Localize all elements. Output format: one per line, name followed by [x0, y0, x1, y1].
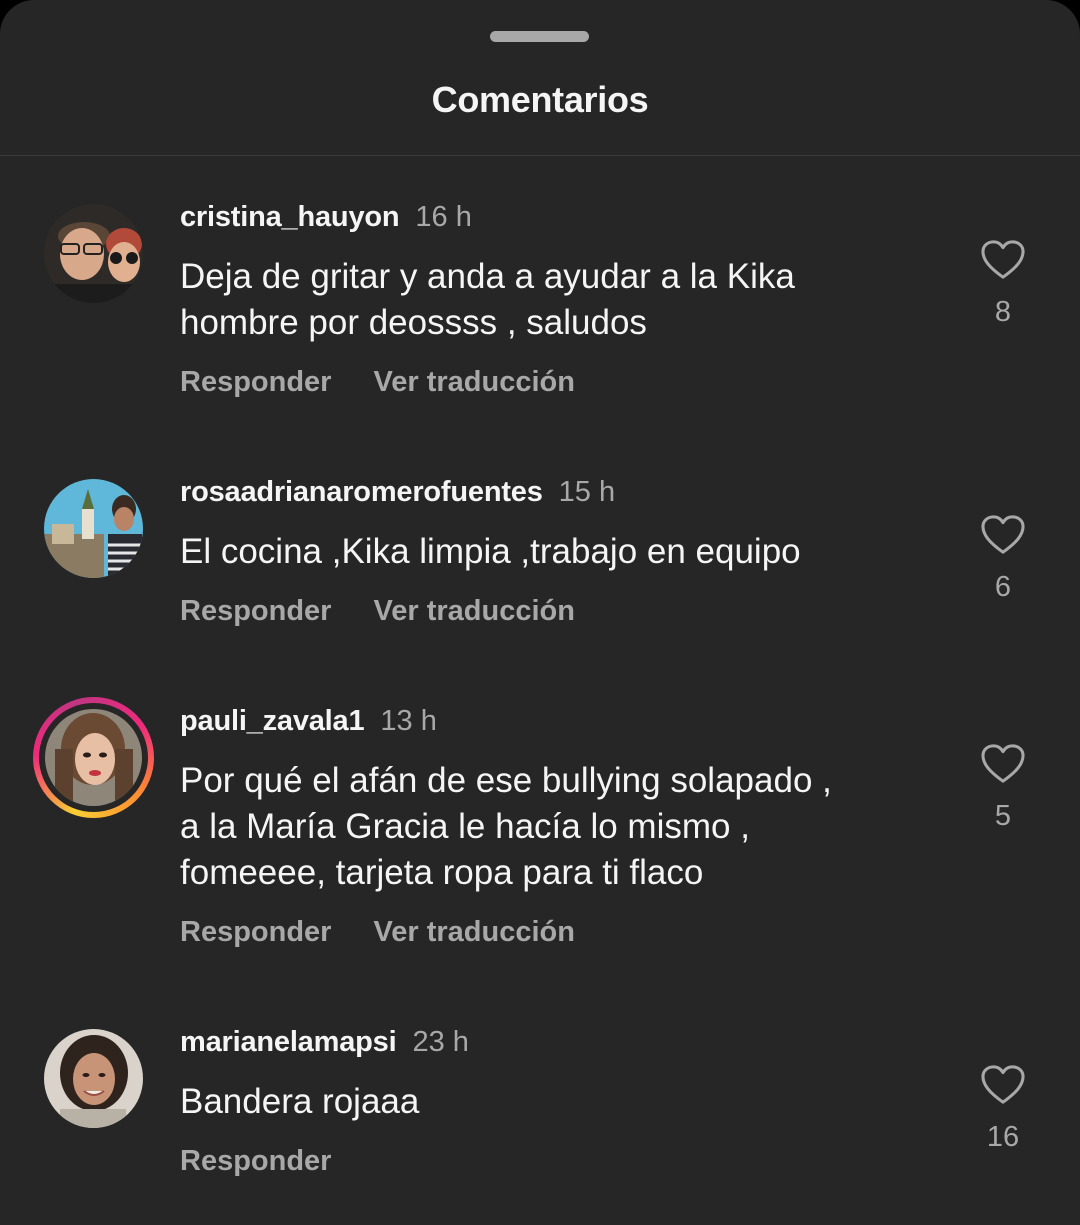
comment-actions: Responder [180, 1143, 331, 1184]
translate-button[interactable]: Ver traducción [373, 366, 574, 398]
heart-outline-icon[interactable] [980, 1064, 1026, 1106]
avatar[interactable] [44, 479, 143, 578]
timestamp: 13 h [380, 705, 437, 737]
timestamp: 16 h [415, 201, 472, 233]
avatar[interactable] [44, 204, 143, 303]
like-block: 8 [970, 239, 1036, 329]
header-divider [0, 155, 1080, 156]
reply-button[interactable]: Responder [180, 1145, 331, 1177]
comment-header: cristina_hauyon 16 h [180, 199, 472, 240]
heart-outline-icon[interactable] [980, 514, 1026, 556]
reply-button[interactable]: Responder [180, 916, 331, 948]
avatar[interactable] [44, 1029, 143, 1128]
comment-header: rosaadrianaromerofuentes 15 h [180, 474, 615, 515]
comment-header: pauli_zavala1 13 h [180, 703, 437, 744]
comment-actions: Responder Ver traducción [180, 914, 575, 955]
comment-text: Deja de gritar y anda a ayudar a la Kika… [180, 257, 795, 342]
sheet-title: Comentarios [431, 79, 649, 120]
translate-button[interactable]: Ver traducción [373, 916, 574, 948]
heart-outline-icon[interactable] [980, 743, 1026, 785]
username[interactable]: rosaadrianaromerofuentes [180, 476, 543, 508]
comment-header: marianelamapsi 23 h [180, 1024, 469, 1065]
comment-actions: Responder Ver traducción [180, 593, 575, 634]
like-count: 5 [994, 800, 1012, 832]
comment-text: Por qué el afán de ese bullying solapado… [180, 761, 832, 892]
drag-handle[interactable] [490, 31, 589, 42]
like-count: 8 [994, 296, 1012, 328]
username[interactable]: marianelamapsi [180, 1026, 397, 1058]
like-block: 6 [970, 514, 1036, 604]
heart-outline-icon[interactable] [980, 239, 1026, 281]
translate-button[interactable]: Ver traducción [373, 595, 574, 627]
like-count: 6 [994, 571, 1012, 603]
avatar-story-ring[interactable] [33, 697, 154, 818]
timestamp: 23 h [412, 1026, 469, 1058]
timestamp: 15 h [558, 476, 616, 508]
username[interactable]: cristina_hauyon [180, 201, 400, 233]
username[interactable]: pauli_zavala1 [180, 705, 365, 737]
comment-text: El cocina ,Kika limpia ,trabajo en equip… [180, 532, 801, 571]
comment-actions: Responder Ver traducción [180, 364, 575, 405]
reply-button[interactable]: Responder [180, 366, 331, 398]
like-block: 5 [970, 743, 1036, 833]
comments-sheet: Comentarios cristina_hauyon 16 h Deja de … [0, 0, 1080, 1225]
comment-text: Bandera rojaaa [180, 1082, 420, 1121]
avatar [45, 709, 142, 806]
like-block: 16 [970, 1064, 1036, 1154]
reply-button[interactable]: Responder [180, 595, 331, 627]
like-count: 16 [986, 1121, 1020, 1153]
